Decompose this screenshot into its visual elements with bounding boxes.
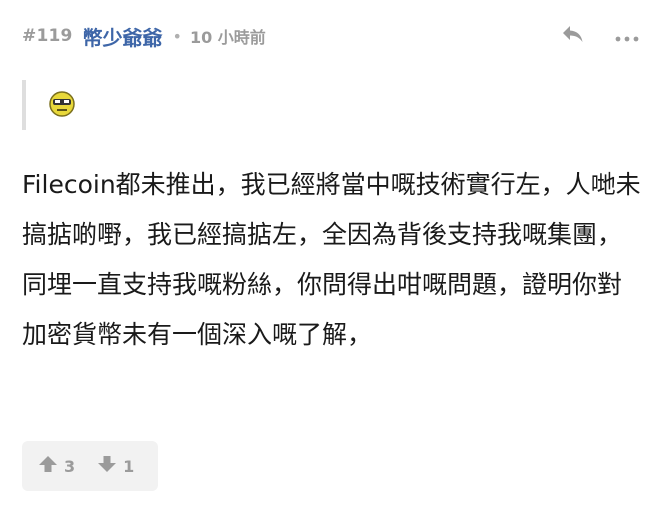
more-icon	[615, 27, 639, 46]
post-time: 10 小時前	[189, 28, 266, 47]
thumb-down-arrow-icon	[97, 455, 117, 477]
upvote-count: 3	[64, 456, 76, 476]
thumb-up-arrow-icon	[38, 455, 58, 477]
reply-icon	[562, 25, 584, 47]
post-actions	[558, 21, 642, 51]
downvote-button[interactable]: 1	[97, 441, 134, 491]
more-button[interactable]	[612, 21, 642, 51]
vote-box: 3 1	[22, 441, 158, 491]
post-header: #119 幣少爺爺 • 10 小時前	[22, 16, 642, 56]
post-content: Filecoin都未推出，我已經將當中嘅技術實行左，人哋未搞掂啲嘢，我已經搞掂左…	[22, 170, 641, 349]
username-link[interactable]: 幣少爺爺	[83, 22, 163, 51]
sunglasses-emoji-icon	[48, 90, 76, 118]
downvote-count: 1	[123, 456, 135, 476]
post-number: #119	[22, 26, 73, 46]
reply-button[interactable]	[558, 21, 588, 51]
post-card: #119 幣少爺爺 • 10 小時前 Filecoin都未推出，我已經將當中嘅技…	[0, 0, 660, 517]
upvote-button[interactable]: 3	[38, 441, 75, 491]
quote-block	[22, 80, 226, 130]
meta-separator: •	[172, 26, 182, 46]
